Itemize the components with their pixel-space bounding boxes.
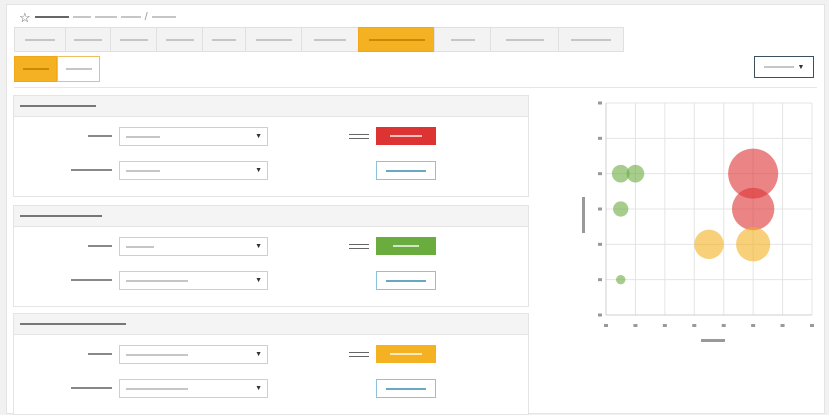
form-row: ▼	[14, 345, 528, 365]
select-field[interactable]: ▼	[119, 127, 268, 146]
chevron-down-icon: ▼	[255, 243, 262, 250]
tab-1[interactable]	[14, 27, 66, 52]
field-label	[88, 135, 112, 137]
divider	[14, 87, 817, 88]
x-tick-label	[751, 324, 756, 327]
field-label	[88, 245, 112, 247]
breadcrumb-separator: /	[144, 11, 148, 23]
options-dropdown[interactable]: ▼	[754, 56, 814, 78]
settings-panel-1: ▼ ▼	[13, 95, 529, 197]
field-label	[71, 279, 112, 281]
action-button-outline[interactable]	[376, 271, 436, 290]
action-button-outline[interactable]	[376, 379, 436, 398]
select-field[interactable]: ▼	[119, 237, 268, 256]
panel-header-3	[14, 314, 528, 335]
x-tick-label	[662, 324, 667, 327]
select-field[interactable]: ▼	[119, 345, 268, 364]
x-tick-label	[810, 324, 814, 327]
select-field[interactable]: ▼	[119, 379, 268, 398]
x-tick-label	[604, 324, 608, 327]
chevron-down-icon: ▼	[255, 351, 262, 358]
panel-header-1	[14, 96, 528, 117]
tab-4[interactable]	[156, 27, 203, 52]
y-tick-label	[598, 136, 602, 140]
bubble-point	[731, 187, 775, 231]
chevron-down-icon: ▼	[255, 167, 262, 174]
tab-bar	[14, 27, 624, 52]
breadcrumb-item-3	[94, 16, 117, 18]
x-tick-label	[633, 324, 638, 327]
tab-8-active[interactable]	[358, 27, 435, 52]
form-row: ▼	[14, 127, 528, 147]
y-tick-label	[598, 172, 602, 176]
field-label	[349, 352, 369, 357]
breadcrumb-item-5	[151, 16, 176, 18]
tab-3[interactable]	[110, 27, 157, 52]
form-row: ▼	[14, 379, 528, 399]
bubble-point	[694, 229, 724, 260]
chevron-down-icon: ▼	[797, 63, 805, 71]
y-tick-label	[598, 313, 602, 317]
tab-6[interactable]	[245, 27, 302, 52]
select-field[interactable]: ▼	[119, 161, 268, 180]
settings-panel-2: ▼ ▼	[13, 205, 529, 307]
tab-5[interactable]	[202, 27, 246, 52]
field-label	[71, 169, 112, 171]
y-axis-label	[582, 197, 585, 233]
x-tick-label	[780, 324, 785, 327]
bubble-point	[626, 164, 645, 183]
bubble-point	[613, 201, 629, 217]
field-label	[349, 244, 369, 249]
y-tick-label	[598, 278, 602, 282]
chevron-down-icon: ▼	[255, 277, 262, 284]
y-tick-label	[598, 242, 602, 246]
field-label	[88, 353, 112, 355]
form-row: ▼	[14, 271, 528, 291]
x-tick-label	[721, 324, 726, 327]
field-label	[71, 387, 112, 389]
star-icon[interactable]: ☆	[19, 11, 31, 24]
tab-10[interactable]	[490, 27, 559, 52]
toggle-option-1[interactable]	[14, 56, 57, 82]
status-button-red[interactable]	[376, 127, 436, 145]
bubble-point	[736, 227, 771, 262]
app-window: ☆ / ▼ ▼ ▼ ▼ ▼ ▼ ▼	[6, 4, 825, 415]
field-label	[349, 134, 369, 139]
x-axis-label	[701, 339, 725, 342]
bubble-point	[616, 274, 626, 285]
breadcrumb-item-2	[72, 16, 91, 18]
settings-panel-3: ▼ ▼	[13, 313, 529, 415]
select-field[interactable]: ▼	[119, 271, 268, 290]
tab-2[interactable]	[65, 27, 111, 52]
y-tick-label	[598, 207, 602, 211]
x-tick-label	[692, 324, 697, 327]
breadcrumb: ☆ /	[19, 9, 176, 25]
panel-header-2	[14, 206, 528, 227]
y-tick-label	[598, 101, 602, 105]
tab-9[interactable]	[434, 27, 491, 52]
form-row: ▼	[14, 161, 528, 181]
breadcrumb-item-1[interactable]	[34, 16, 69, 18]
chevron-down-icon: ▼	[255, 133, 262, 140]
status-button-green[interactable]	[376, 237, 436, 255]
form-row: ▼	[14, 237, 528, 257]
toggle-option-2[interactable]	[57, 56, 100, 82]
view-toggle	[14, 56, 100, 82]
breadcrumb-item-4	[120, 16, 141, 18]
chevron-down-icon: ▼	[255, 385, 262, 392]
action-button-outline[interactable]	[376, 161, 436, 180]
status-button-amber[interactable]	[376, 345, 436, 363]
tab-7[interactable]	[301, 27, 359, 52]
bubble-chart	[582, 101, 814, 342]
tab-11[interactable]	[558, 27, 624, 52]
